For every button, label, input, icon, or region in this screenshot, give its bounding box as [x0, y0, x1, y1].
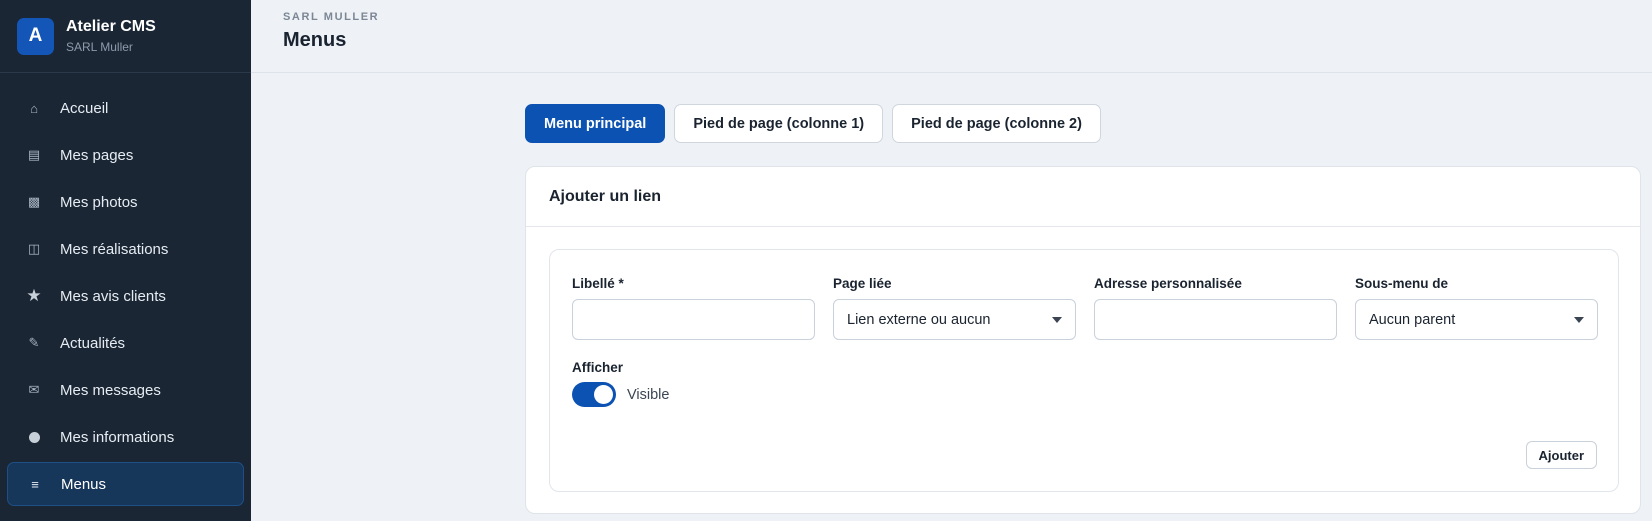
sidebar-item-realisations[interactable]: ◫ Mes réalisations — [7, 227, 244, 271]
tab-footer-col-1[interactable]: Pied de page (colonne 1) — [674, 104, 884, 143]
visibility-toggle-text: Visible — [627, 386, 670, 403]
sidebar-item-label: Mes photos — [60, 193, 138, 211]
page-select[interactable]: Lien externe ou aucun — [833, 299, 1076, 340]
sidebar-item-informations[interactable]: Mes informations — [7, 415, 244, 459]
visibility-toggle[interactable] — [572, 382, 616, 407]
add-link-form: Libellé * Page liée Lien externe ou aucu… — [549, 249, 1619, 492]
field-label: Libellé * — [572, 276, 815, 340]
label-field-label: Libellé * — [572, 276, 624, 291]
sidebar-item-actualites[interactable]: ✎ Actualités — [7, 321, 244, 365]
home-icon: ⌂ — [30, 100, 38, 116]
url-input[interactable] — [1094, 299, 1337, 340]
add-link-card: Ajouter un lien Libellé * Page liée Lien… — [525, 166, 1641, 514]
sidebar-item-label: Mes réalisations — [60, 240, 169, 258]
card-title: Ajouter un lien — [526, 167, 1640, 227]
page-select-value: Lien externe ou aucun — [847, 311, 991, 328]
visibility-label: Afficher — [572, 360, 624, 375]
menu-tabs: Menu principal Pied de page (colonne 1) … — [525, 104, 1101, 143]
photos-icon: ▩ — [27, 194, 41, 209]
pencil-icon: ✎ — [28, 335, 40, 350]
label-input[interactable] — [572, 299, 815, 340]
menu-icon: ≡ — [31, 476, 39, 492]
brand: A Atelier CMS SARL Muller — [0, 0, 251, 73]
sidebar-item-pages[interactable]: ▤ Mes pages — [7, 133, 244, 177]
sidebar-item-menus[interactable]: ≡ Menus — [7, 462, 244, 506]
tab-footer-col-2[interactable]: Pied de page (colonne 2) — [892, 104, 1101, 143]
url-field-label: Adresse personnalisée — [1094, 276, 1242, 291]
field-url: Adresse personnalisée — [1094, 276, 1337, 340]
form-fields: Libellé * Page liée Lien externe ou aucu… — [572, 276, 1598, 340]
org-name: SARL Muller — [66, 40, 133, 54]
sidebar-item-label: Mes messages — [60, 381, 161, 399]
tab-menu-principal[interactable]: Menu principal — [525, 104, 666, 143]
add-button[interactable]: Ajouter — [1525, 441, 1597, 469]
sidebar-item-label: Mes avis clients — [60, 287, 166, 305]
sidebar-item-label: Accueil — [60, 99, 109, 117]
info-icon — [26, 431, 42, 443]
breadcrumb: SARL MULLER — [283, 11, 380, 23]
sidebar-nav: ⌂ Accueil ▤ Mes pages ▩ Mes photos ◫ Mes… — [0, 86, 251, 506]
page-field-label: Page liée — [833, 276, 892, 291]
sidebar-item-label: Mes informations — [60, 428, 175, 446]
toggle-knob — [594, 385, 613, 404]
chevron-down-icon — [1052, 316, 1062, 323]
pages-icon: ▤ — [27, 147, 41, 162]
page-header: SARL MULLER Menus — [251, 0, 1652, 73]
visibility-group: Afficher Visible — [572, 360, 669, 407]
circle-icon — [28, 431, 40, 443]
visibility-toggle-row: Visible — [572, 382, 669, 407]
sidebar-item-label: Actualités — [60, 334, 126, 352]
sidebar-item-label: Mes pages — [60, 146, 134, 164]
chevron-down-icon — [1574, 316, 1584, 323]
parent-select[interactable]: Aucun parent — [1355, 299, 1598, 340]
parent-select-value: Aucun parent — [1369, 311, 1456, 328]
sidebar-item-label: Menus — [61, 475, 107, 493]
field-parent: Sous-menu de Aucun parent — [1355, 276, 1598, 340]
brand-logo: A — [17, 17, 54, 55]
sidebar-item-photos[interactable]: ▩ Mes photos — [7, 180, 244, 224]
sidebar-item-messages[interactable]: ✉ Mes messages — [7, 368, 244, 412]
star-icon: ★ — [26, 286, 42, 305]
field-page: Page liée Lien externe ou aucun — [833, 276, 1076, 340]
sidebar: A Atelier CMS SARL Muller ⌂ Accueil ▤ Me… — [0, 0, 251, 521]
brand-text: Atelier CMS SARL Muller — [66, 17, 156, 55]
page-title: Menus — [283, 29, 347, 51]
portfolio-icon: ◫ — [27, 241, 41, 256]
sidebar-item-avis-clients[interactable]: ★ Mes avis clients — [7, 274, 244, 318]
mail-icon: ✉ — [28, 382, 40, 397]
sidebar-item-accueil[interactable]: ⌂ Accueil — [7, 86, 244, 130]
app-name: Atelier CMS — [66, 18, 156, 35]
parent-field-label: Sous-menu de — [1355, 276, 1449, 291]
